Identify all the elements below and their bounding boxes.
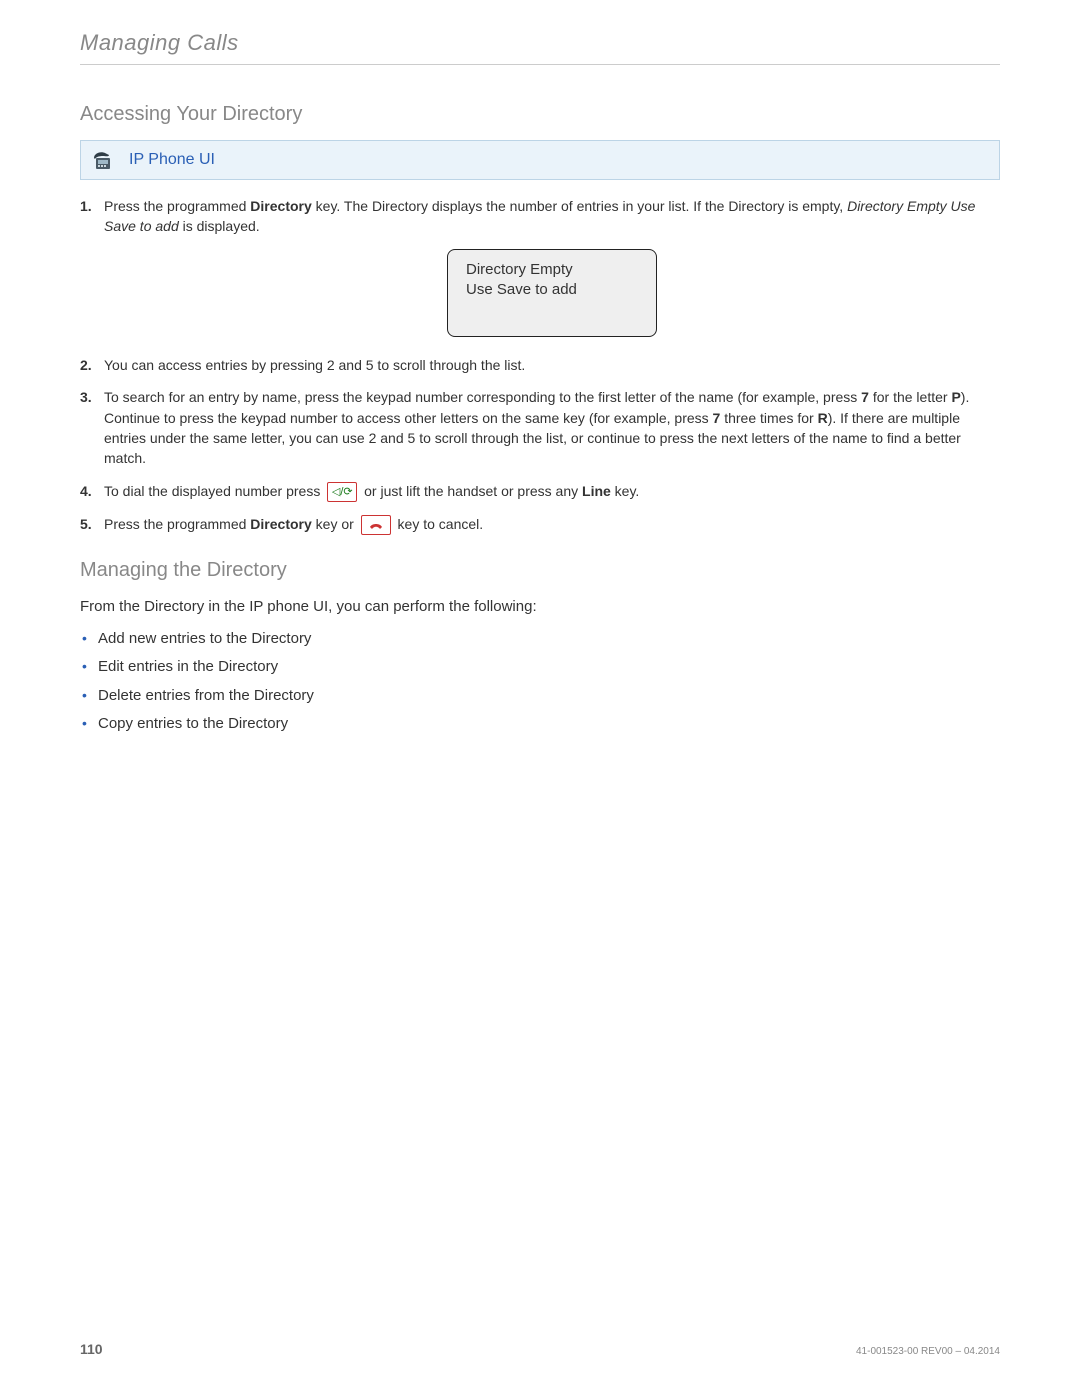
speaker-key-icon: ◁/⟳ — [327, 482, 357, 502]
section-accessing-directory: Accessing Your Directory — [80, 103, 1000, 126]
end-call-key-icon — [361, 515, 391, 535]
doc-revision: 41-001523-00 REV00 – 04.2014 — [856, 1346, 1000, 1357]
step-3: To search for an entry by name, press th… — [80, 387, 1000, 468]
display-line-2: Use Save to add — [466, 280, 632, 300]
bullet-item: Copy entries to the Directory — [80, 713, 1000, 736]
bullet-item: Delete entries from the Directory — [80, 685, 1000, 708]
phone-icon — [91, 147, 117, 173]
phone-display-box: Directory Empty Use Save to add — [447, 249, 657, 338]
steps-list: Press the programmed Directory key. The … — [80, 196, 1000, 535]
section2-intro: From the Directory in the IP phone UI, y… — [80, 596, 1000, 618]
step-1: Press the programmed Directory key. The … — [80, 196, 1000, 337]
step-5: Press the programmed Directory key or ke… — [80, 514, 1000, 535]
running-head: Managing Calls — [80, 30, 1000, 65]
section-managing-directory: Managing the Directory — [80, 559, 1000, 582]
bullet-item: Add new entries to the Directory — [80, 628, 1000, 651]
bullet-list: Add new entries to the Directory Edit en… — [80, 628, 1000, 736]
page-number: 110 — [80, 1341, 103, 1357]
step-2: You can access entries by pressing 2 and… — [80, 355, 1000, 375]
callout-label: IP Phone UI — [129, 151, 215, 169]
step-4: To dial the displayed number press ◁/⟳ o… — [80, 481, 1000, 502]
footer: 110 41-001523-00 REV00 – 04.2014 — [80, 1341, 1000, 1357]
ip-phone-ui-callout: IP Phone UI — [80, 140, 1000, 180]
bullet-item: Edit entries in the Directory — [80, 656, 1000, 679]
display-line-1: Directory Empty — [466, 260, 632, 280]
